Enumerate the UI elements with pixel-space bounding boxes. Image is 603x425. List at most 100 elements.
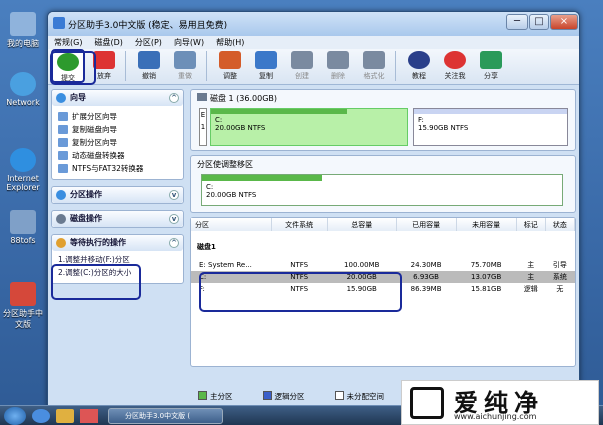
tutorial-button[interactable]: 教程 — [402, 49, 436, 83]
pending-highlight-box — [51, 264, 141, 300]
menu-bar: 常规(G) 磁盘(D) 分区(P) 向导(W) 帮助(H) — [48, 36, 579, 49]
partition-table: 分区 文件系统 总容量 已用容量 未用容量 标记 状态 磁盘1 E: Syste… — [190, 217, 576, 367]
partition-copy-icon — [58, 138, 68, 147]
wizard-item[interactable]: 动态磁盘转换器 — [58, 149, 177, 162]
ie-taskbar-icon[interactable] — [32, 409, 50, 423]
partition-f-block[interactable]: F: 15.90GB NTFS — [413, 108, 568, 146]
commit-highlight-box — [50, 51, 96, 85]
disk-ops-header[interactable]: 磁盘操作 v — [52, 211, 183, 227]
wizard-item[interactable]: 复制磁盘向导 — [58, 123, 177, 136]
col-flag[interactable]: 标记 — [516, 218, 546, 231]
logo-icon — [410, 387, 444, 419]
disk-ops-panel: 磁盘操作 v — [51, 210, 184, 228]
wizard-item[interactable]: 扩展分区向导 — [58, 110, 177, 123]
minimize-button[interactable]: ─ — [506, 14, 528, 30]
usage-bar — [414, 109, 567, 114]
create-icon — [291, 51, 313, 69]
clock-icon — [56, 238, 66, 248]
col-free[interactable]: 未用容量 — [456, 218, 517, 231]
create-button[interactable]: 创建 — [285, 49, 319, 83]
legend-label: 逻辑分区 — [274, 392, 305, 401]
taskbar-app-button[interactable]: 分区助手3.0中文版 ( — [108, 408, 223, 424]
partition-c-block[interactable]: C: 20.00GB NTFS — [210, 108, 408, 146]
partition-ops-header[interactable]: 分区操作 v — [52, 187, 183, 203]
collapse-icon[interactable]: ^ — [169, 238, 179, 248]
partition-ops-title: 分区操作 — [70, 190, 102, 199]
collapse-icon[interactable]: ^ — [169, 93, 179, 103]
desktop-icon-network[interactable]: Network — [0, 72, 46, 107]
desktop-icon-partition-assistant[interactable]: 分区助手中文版 — [0, 282, 46, 330]
disk-copy-icon — [58, 125, 68, 134]
tutorial-label: 教程 — [412, 72, 426, 80]
title-bar: 分区助手3.0中文版 (稳定、易用且免费) ─ □ × — [48, 12, 579, 36]
delete-icon — [327, 51, 349, 69]
desktop-icon-computer[interactable]: 我的电脑 — [0, 12, 46, 49]
usage-bar — [211, 109, 347, 114]
taskbar-app-label: 分区助手3.0中文版 ( — [125, 412, 191, 420]
x-icon — [93, 51, 115, 69]
menu-help[interactable]: 帮助(H) — [216, 36, 244, 49]
toolbar: 提交 放弃 撤销 重做 调整 复制 创建 删除 格式化 教程 关注我 分享 — [48, 49, 579, 85]
col-used[interactable]: 已用容量 — [396, 218, 457, 231]
copy-button[interactable]: 复制 — [249, 49, 283, 83]
desktop-icon-88tofs[interactable]: 88tofs — [0, 210, 46, 245]
pending-ops-header[interactable]: 等待执行的操作 ^ — [52, 235, 183, 251]
partition-ops-panel: 分区操作 v — [51, 186, 184, 204]
format-button[interactable]: 格式化 — [357, 49, 391, 83]
expand-icon[interactable]: v — [169, 190, 179, 200]
table-row[interactable]: E: System Re... NTFS 100.00MB 24.30MB 75.70M… — [191, 259, 575, 271]
close-button[interactable]: × — [550, 14, 578, 30]
disk-icon — [56, 214, 66, 224]
wizard-item-label: 复制磁盘向导 — [72, 125, 117, 134]
resize-bar[interactable]: C: 20.00GB NTFS — [201, 174, 563, 206]
wizard-header[interactable]: 向导 ^ — [52, 90, 183, 106]
menu-general[interactable]: 常规(G) — [54, 36, 82, 49]
start-button[interactable] — [4, 407, 26, 425]
partition-e-block[interactable]: E1 — [199, 108, 207, 146]
folder-taskbar-icon[interactable] — [56, 409, 74, 423]
extend-icon — [58, 112, 68, 121]
redo-button[interactable]: 重做 — [168, 49, 202, 83]
resize-title: 分区使调整移区 — [197, 160, 253, 169]
desktop-label: Internet Explorer — [6, 174, 40, 192]
share-label: 分享 — [484, 72, 498, 80]
disk-label: 磁盘 1 (36.00GB) — [191, 90, 575, 104]
desktop-icon-ie[interactable]: Internet Explorer — [0, 148, 46, 192]
legend-unallocated: 未分配空间 — [334, 391, 384, 402]
dynamic-disk-icon — [58, 151, 68, 160]
media-taskbar-icon[interactable] — [80, 409, 98, 423]
disk-map: 磁盘 1 (36.00GB) E1 C: 20.00GB NTFS F: 15.90… — [190, 89, 576, 151]
menu-disk[interactable]: 磁盘(D) — [94, 36, 122, 49]
cell: 主 — [527, 273, 535, 281]
resize-button[interactable]: 调整 — [213, 49, 247, 83]
highlight-box — [199, 272, 402, 312]
discard-label: 放弃 — [97, 72, 111, 80]
copy-label: 复制 — [259, 72, 273, 80]
app-icon — [53, 17, 65, 29]
delete-button[interactable]: 删除 — [321, 49, 355, 83]
pending-ops-title: 等待执行的操作 — [70, 238, 126, 247]
menu-partition[interactable]: 分区(P) — [135, 36, 162, 49]
col-partition[interactable]: 分区 — [191, 218, 272, 231]
wizard-item-label: 动态磁盘转换器 — [72, 151, 125, 160]
wizard-item-label: 复制分区向导 — [72, 138, 117, 147]
undo-icon — [138, 51, 160, 69]
wizard-item[interactable]: 复制分区向导 — [58, 136, 177, 149]
f-size: 15.90GB NTFS — [418, 124, 469, 132]
menu-wizard[interactable]: 向导(W) — [174, 36, 204, 49]
follow-button[interactable]: 关注我 — [438, 49, 472, 83]
wizard-item[interactable]: NTFS与FAT32转换器 — [58, 162, 177, 175]
divider — [206, 51, 207, 81]
cell: E: System Re... — [199, 261, 252, 269]
resize-preview: 分区使调整移区 C: 20.00GB NTFS — [190, 155, 576, 213]
col-filesystem[interactable]: 文件系统 — [271, 218, 328, 231]
redo-icon — [174, 51, 196, 69]
undo-button[interactable]: 撤销 — [132, 49, 166, 83]
group-label: 磁盘1 — [197, 243, 216, 251]
maximize-button[interactable]: □ — [529, 14, 549, 30]
col-capacity[interactable]: 总容量 — [327, 218, 397, 231]
share-button[interactable]: 分享 — [474, 49, 508, 83]
expand-icon[interactable]: v — [169, 214, 179, 224]
c-size: 20.00GB NTFS — [215, 124, 266, 132]
col-status[interactable]: 状态 — [545, 218, 576, 231]
